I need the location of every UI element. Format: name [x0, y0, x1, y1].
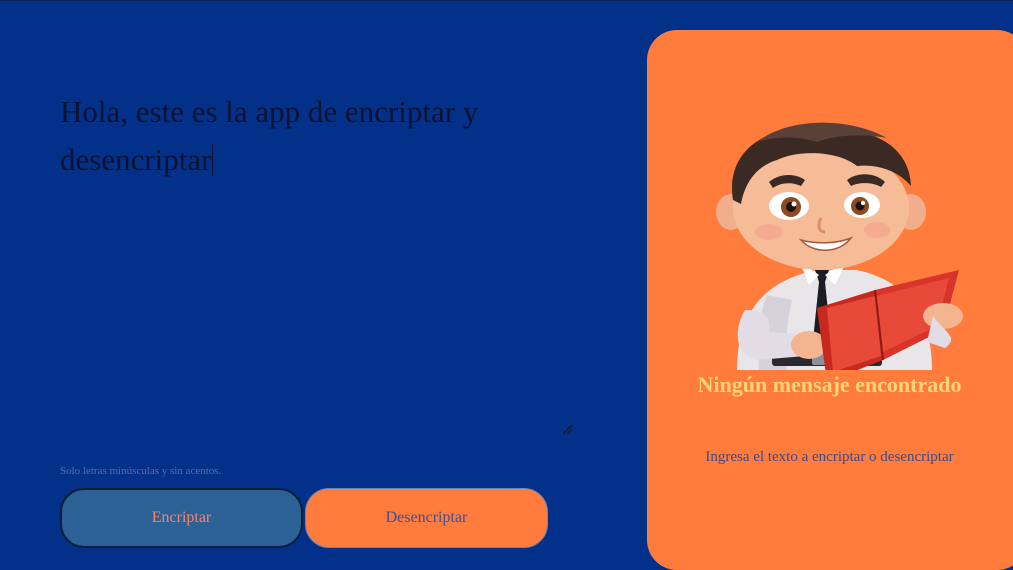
empty-state-title: Ningún mensaje encontrado	[697, 372, 962, 397]
boy-reading-book-illustration	[716, 122, 963, 370]
result-panel: Ningún mensaje encontrado Ingresa el tex…	[647, 30, 1013, 570]
empty-state-subtitle: Ingresa el texto a encriptar o desencrip…	[705, 449, 954, 465]
encrypt-button[interactable]: Encriptar	[60, 488, 303, 548]
decrypt-button[interactable]: Desencriptar	[305, 488, 548, 548]
message-text: Hola, este es la app de encriptar y dese…	[60, 94, 487, 177]
message-textarea[interactable]: Hola, este es la app de encriptar y dese…	[60, 88, 572, 434]
decrypt-button-label: Desencriptar	[385, 509, 468, 526]
resize-handle-icon[interactable]	[562, 424, 573, 435]
text-cursor	[212, 144, 214, 176]
top-border	[0, 0, 1013, 1]
input-hint: Solo letras minúsculas y sin acentos.	[60, 465, 222, 477]
encrypt-button-label: Encriptar	[151, 509, 212, 526]
